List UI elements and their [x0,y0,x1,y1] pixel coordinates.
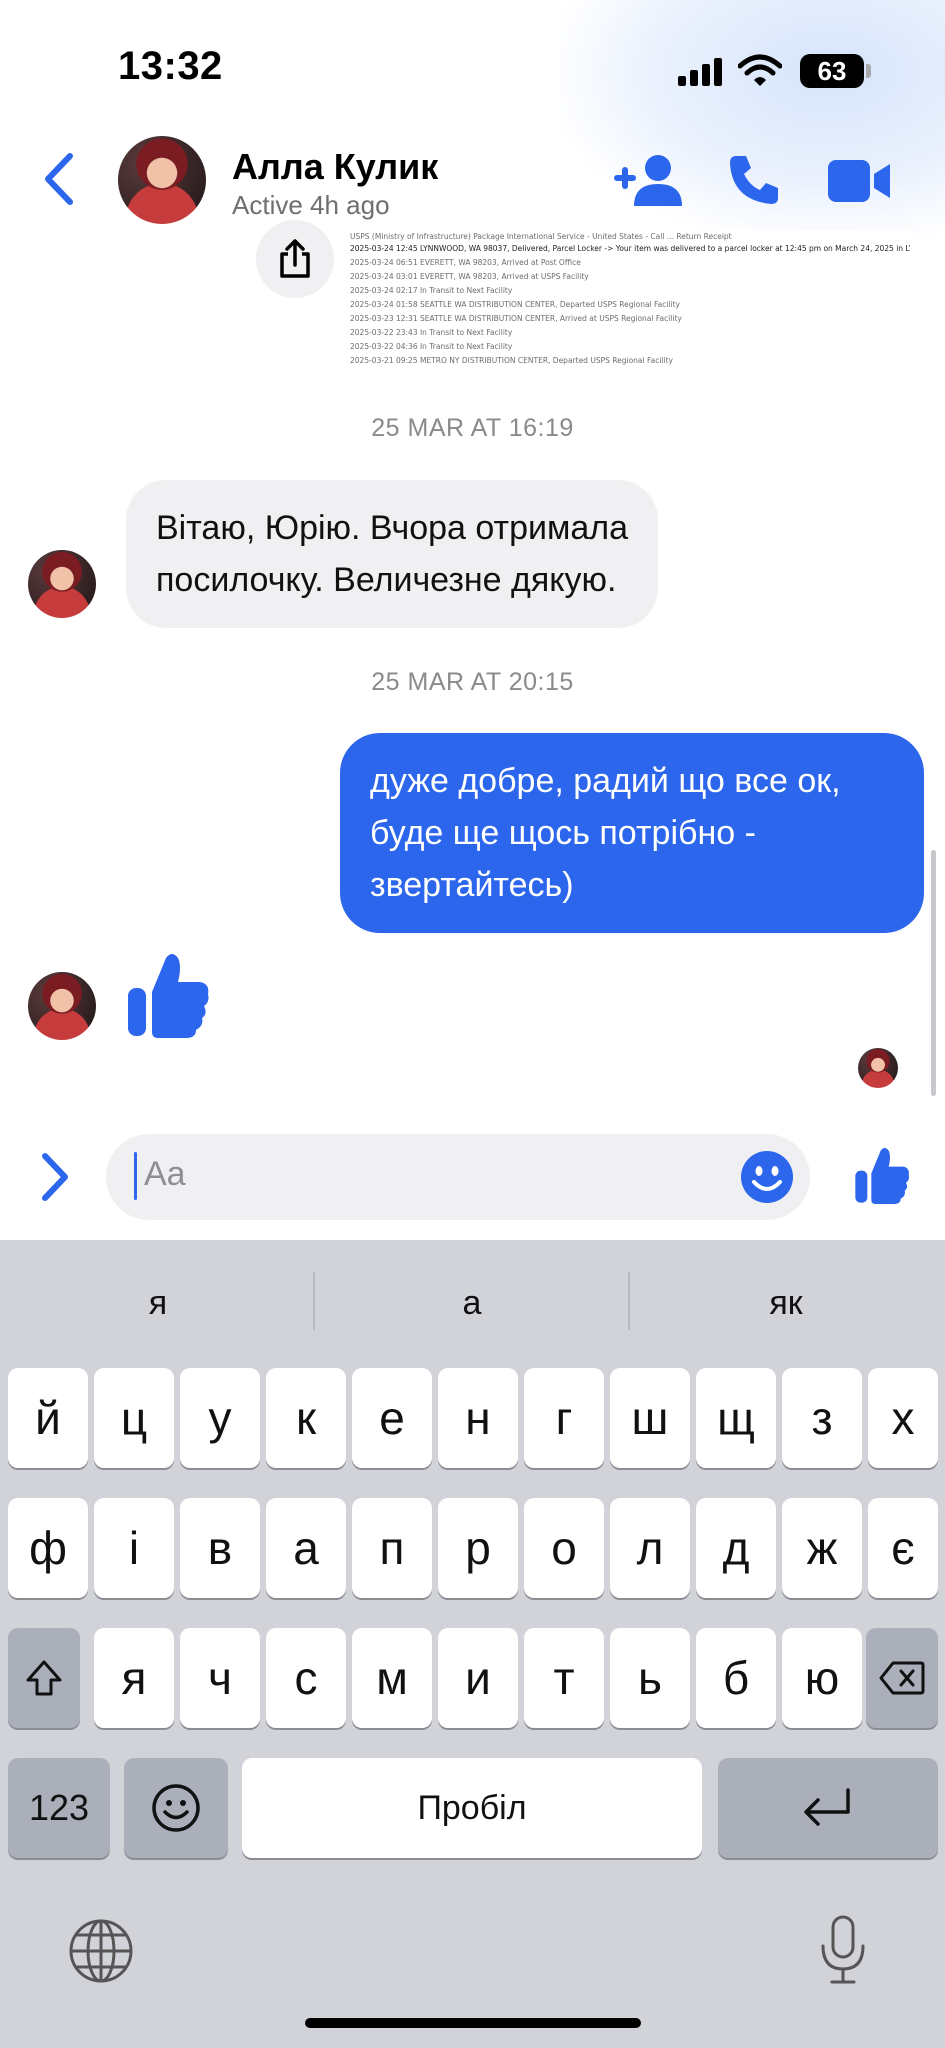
receipt-line: 2025-03-22 04:36 In Transit to Next Faci… [350,342,513,351]
space-key[interactable]: Пробіл [242,1758,702,1858]
key[interactable]: й [8,1368,88,1468]
key[interactable]: д [696,1498,776,1598]
key[interactable]: ц [94,1368,174,1468]
key[interactable]: ь [610,1628,690,1728]
receipt-line: 2025-03-23 12:31 SEATTLE WA DISTRIBUTION… [350,314,682,323]
message-text-line: дуже добре, радий що все ок, [370,762,841,800]
key[interactable]: щ [696,1368,776,1468]
receipt-line: 2025-03-24 02:17 In Transit to Next Faci… [350,286,513,295]
key[interactable]: у [180,1368,260,1468]
home-indicator[interactable] [305,2018,641,2028]
key[interactable]: п [352,1498,432,1598]
key[interactable]: ч [180,1628,260,1728]
message-input-placeholder: Aa [144,1155,186,1193]
contact-avatar[interactable] [118,136,206,224]
incoming-message-bubble[interactable]: Вітаю, Юрію. Вчора отримала посилочку. В… [126,480,659,628]
receipt-line: 2025-03-24 12:45 LYNNWOOD, WA 98037, Del… [350,244,910,253]
status-time: 13:32 [118,44,223,88]
shift-icon [26,1660,62,1696]
message-text-line: звертайтесь) [370,866,574,904]
key[interactable]: м [352,1628,432,1728]
suggestion-item[interactable]: як [636,1284,936,1323]
suggestion-divider [313,1272,315,1330]
suggestion-item[interactable]: а [322,1284,622,1323]
suggestion-divider [628,1272,630,1330]
add-person-icon[interactable] [612,152,686,208]
key[interactable]: е [352,1368,432,1468]
key[interactable]: з [782,1368,862,1468]
emoji-key[interactable] [124,1758,228,1858]
expand-actions-icon[interactable] [40,1152,70,1202]
contact-status: Active 4h ago [232,190,390,220]
shift-key[interactable] [8,1628,80,1728]
contact-name[interactable]: Алла Кулик [232,146,438,188]
key[interactable]: а [266,1498,346,1598]
receipt-line: 2025-03-24 06:51 EVERETT, WA 98203, Arri… [350,258,581,267]
text-cursor [134,1152,137,1200]
key[interactable]: і [94,1498,174,1598]
battery-indicator: 63 [800,54,864,88]
thumbs-up-reaction-icon[interactable] [126,952,210,1040]
shared-receipt-image[interactable]: USPS (Ministry of Infrastructure) Packag… [350,230,910,370]
key[interactable]: ж [782,1498,862,1598]
receipt-line: 2025-03-24 03:01 EVERETT, WA 98203, Arri… [350,272,589,281]
message-text-line: буде ще щось потрібно - [370,814,756,852]
key[interactable]: г [524,1368,604,1468]
key[interactable]: б [696,1628,776,1728]
key[interactable]: р [438,1498,518,1598]
sender-avatar[interactable] [28,550,96,618]
microphone-icon[interactable] [818,1914,868,1986]
message-text-line: посилочку. Величезне дякую. [156,561,617,599]
key[interactable]: х [868,1368,938,1468]
outgoing-message-bubble[interactable]: дуже добре, радий що все ок, буде ще щос… [340,733,924,933]
message-text-line: Вітаю, Юрію. Вчора отримала [156,509,629,547]
receipt-line: 2025-03-24 01:58 SEATTLE WA DISTRIBUTION… [350,300,680,309]
receipt-line: 2025-03-22 23:43 In Transit to Next Faci… [350,328,513,337]
key[interactable]: в [180,1498,260,1598]
battery-cap [866,64,871,78]
key[interactable]: є [868,1498,938,1598]
back-icon[interactable] [42,152,76,206]
return-key[interactable] [718,1758,938,1858]
message-timestamp: 25 MAR AT 20:15 [371,668,574,696]
emoji-keyboard-icon [152,1784,200,1832]
key[interactable]: о [524,1498,604,1598]
key[interactable]: к [266,1368,346,1468]
seen-by-avatar [858,1048,898,1088]
numbers-key[interactable]: 123 [8,1758,110,1858]
share-button[interactable] [256,220,334,298]
thumbs-up-send-icon[interactable] [854,1146,910,1206]
video-call-icon[interactable] [828,158,892,204]
message-input[interactable] [106,1134,810,1220]
message-timestamp: 25 MAR AT 16:19 [371,414,574,442]
return-icon [804,1788,850,1826]
sender-avatar[interactable] [28,972,96,1040]
key[interactable]: я [94,1628,174,1728]
globe-icon[interactable] [68,1918,134,1984]
key[interactable]: ю [782,1628,862,1728]
emoji-icon[interactable] [740,1150,794,1204]
key[interactable]: с [266,1628,346,1728]
receipt-line: 2025-03-21 09:25 METRO NY DISTRIBUTION C… [350,356,673,365]
share-icon [280,239,310,278]
key[interactable]: ф [8,1498,88,1598]
key[interactable]: л [610,1498,690,1598]
key[interactable]: ш [610,1368,690,1468]
backspace-key[interactable] [866,1628,938,1728]
scrollbar[interactable] [931,850,936,1096]
key[interactable]: т [524,1628,604,1728]
receipt-line: USPS (Ministry of Infrastructure) Packag… [350,232,732,241]
key[interactable]: и [438,1628,518,1728]
suggestion-item[interactable]: я [8,1284,308,1323]
cellular-signal-icon [678,58,722,86]
wifi-icon [738,54,782,86]
phone-icon[interactable] [726,152,782,208]
backspace-icon [879,1661,925,1695]
key[interactable]: н [438,1368,518,1468]
